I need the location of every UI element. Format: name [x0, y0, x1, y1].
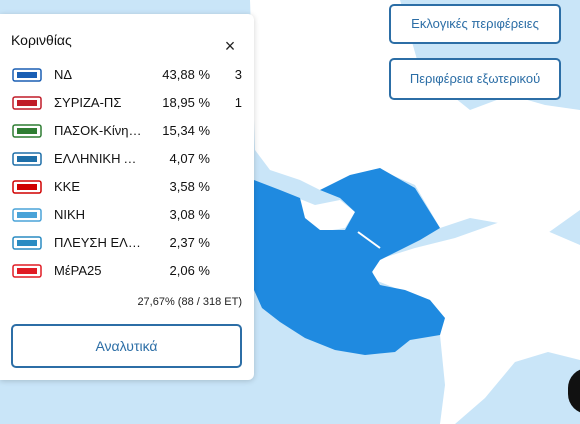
party-row[interactable]: ΝΔ 43,88 % 3: [0, 61, 254, 89]
elliniki-lysi-logo: [11, 151, 43, 167]
party-seats: 1: [234, 95, 242, 110]
party-percentage: 2,06 %: [169, 263, 210, 278]
party-percentage: 2,37 %: [169, 235, 210, 250]
niki-logo: [11, 207, 43, 223]
plefsi-logo: [11, 235, 43, 251]
syriza-logo: [11, 95, 43, 111]
mera25-logo: [11, 263, 43, 279]
panel-title: Κορινθίας: [11, 32, 72, 48]
party-name: ΕΛΛΗΝΙΚΗ ΛΥΣΗ: [54, 151, 144, 166]
party-name: ΠΑΣΟΚ-Κίνημα Αλλαγής: [54, 123, 144, 138]
party-row[interactable]: ΝΙΚΗ 3,08 %: [0, 201, 254, 229]
pasok-logo: [11, 123, 43, 139]
analysis-button[interactable]: Αναλυτικά: [11, 324, 242, 368]
party-name: ΝΙΚΗ: [54, 207, 86, 222]
party-row[interactable]: ΚΚΕ 3,58 %: [0, 173, 254, 201]
party-row[interactable]: ΕΛΛΗΝΙΚΗ ΛΥΣΗ 4,07 %: [0, 145, 254, 173]
party-row[interactable]: ΜέΡΑ25 2,06 %: [0, 257, 254, 285]
party-name: ΝΔ: [54, 67, 73, 82]
party-name: ΚΚΕ: [54, 179, 81, 194]
party-seats: 3: [234, 67, 242, 82]
nd-logo: [11, 67, 43, 83]
party-percentage: 18,95 %: [162, 95, 210, 110]
party-name: ΠΛΕΥΣΗ ΕΛΕΥΘΕΡΙΑΣ: [54, 235, 144, 250]
party-row[interactable]: ΠΛΕΥΣΗ ΕΛΕΥΘΕΡΙΑΣ 2,37 %: [0, 229, 254, 257]
turnout-text: 27,67% (88 / 318 ΕΤ): [137, 296, 242, 308]
party-row[interactable]: ΠΑΣΟΚ-Κίνημα Αλλαγής 15,34 %: [0, 117, 254, 145]
party-row[interactable]: ΣΥΡΙΖΑ-ΠΣ 18,95 % 1: [0, 89, 254, 117]
party-percentage: 43,88 %: [162, 67, 210, 82]
kke-logo: [11, 179, 43, 195]
results-panel: Κορινθίας × ΝΔ 43,88 % 3 ΣΥΡΙΖΑ-ΠΣ 18,95 % 1 Π…: [0, 14, 254, 380]
party-percentage: 3,58 %: [169, 179, 210, 194]
party-name: ΣΥΡΙΖΑ-ΠΣ: [54, 95, 122, 110]
electoral-regions-button[interactable]: Εκλογικές περιφέρειες: [389, 4, 561, 44]
party-name: ΜέΡΑ25: [54, 263, 102, 278]
party-percentage: 4,07 %: [169, 151, 210, 166]
abroad-region-button[interactable]: Περιφέρεια εξωτερικού: [389, 58, 561, 100]
party-percentage: 3,08 %: [169, 207, 210, 222]
close-icon[interactable]: ×: [220, 36, 240, 56]
party-percentage: 15,34 %: [162, 123, 210, 138]
